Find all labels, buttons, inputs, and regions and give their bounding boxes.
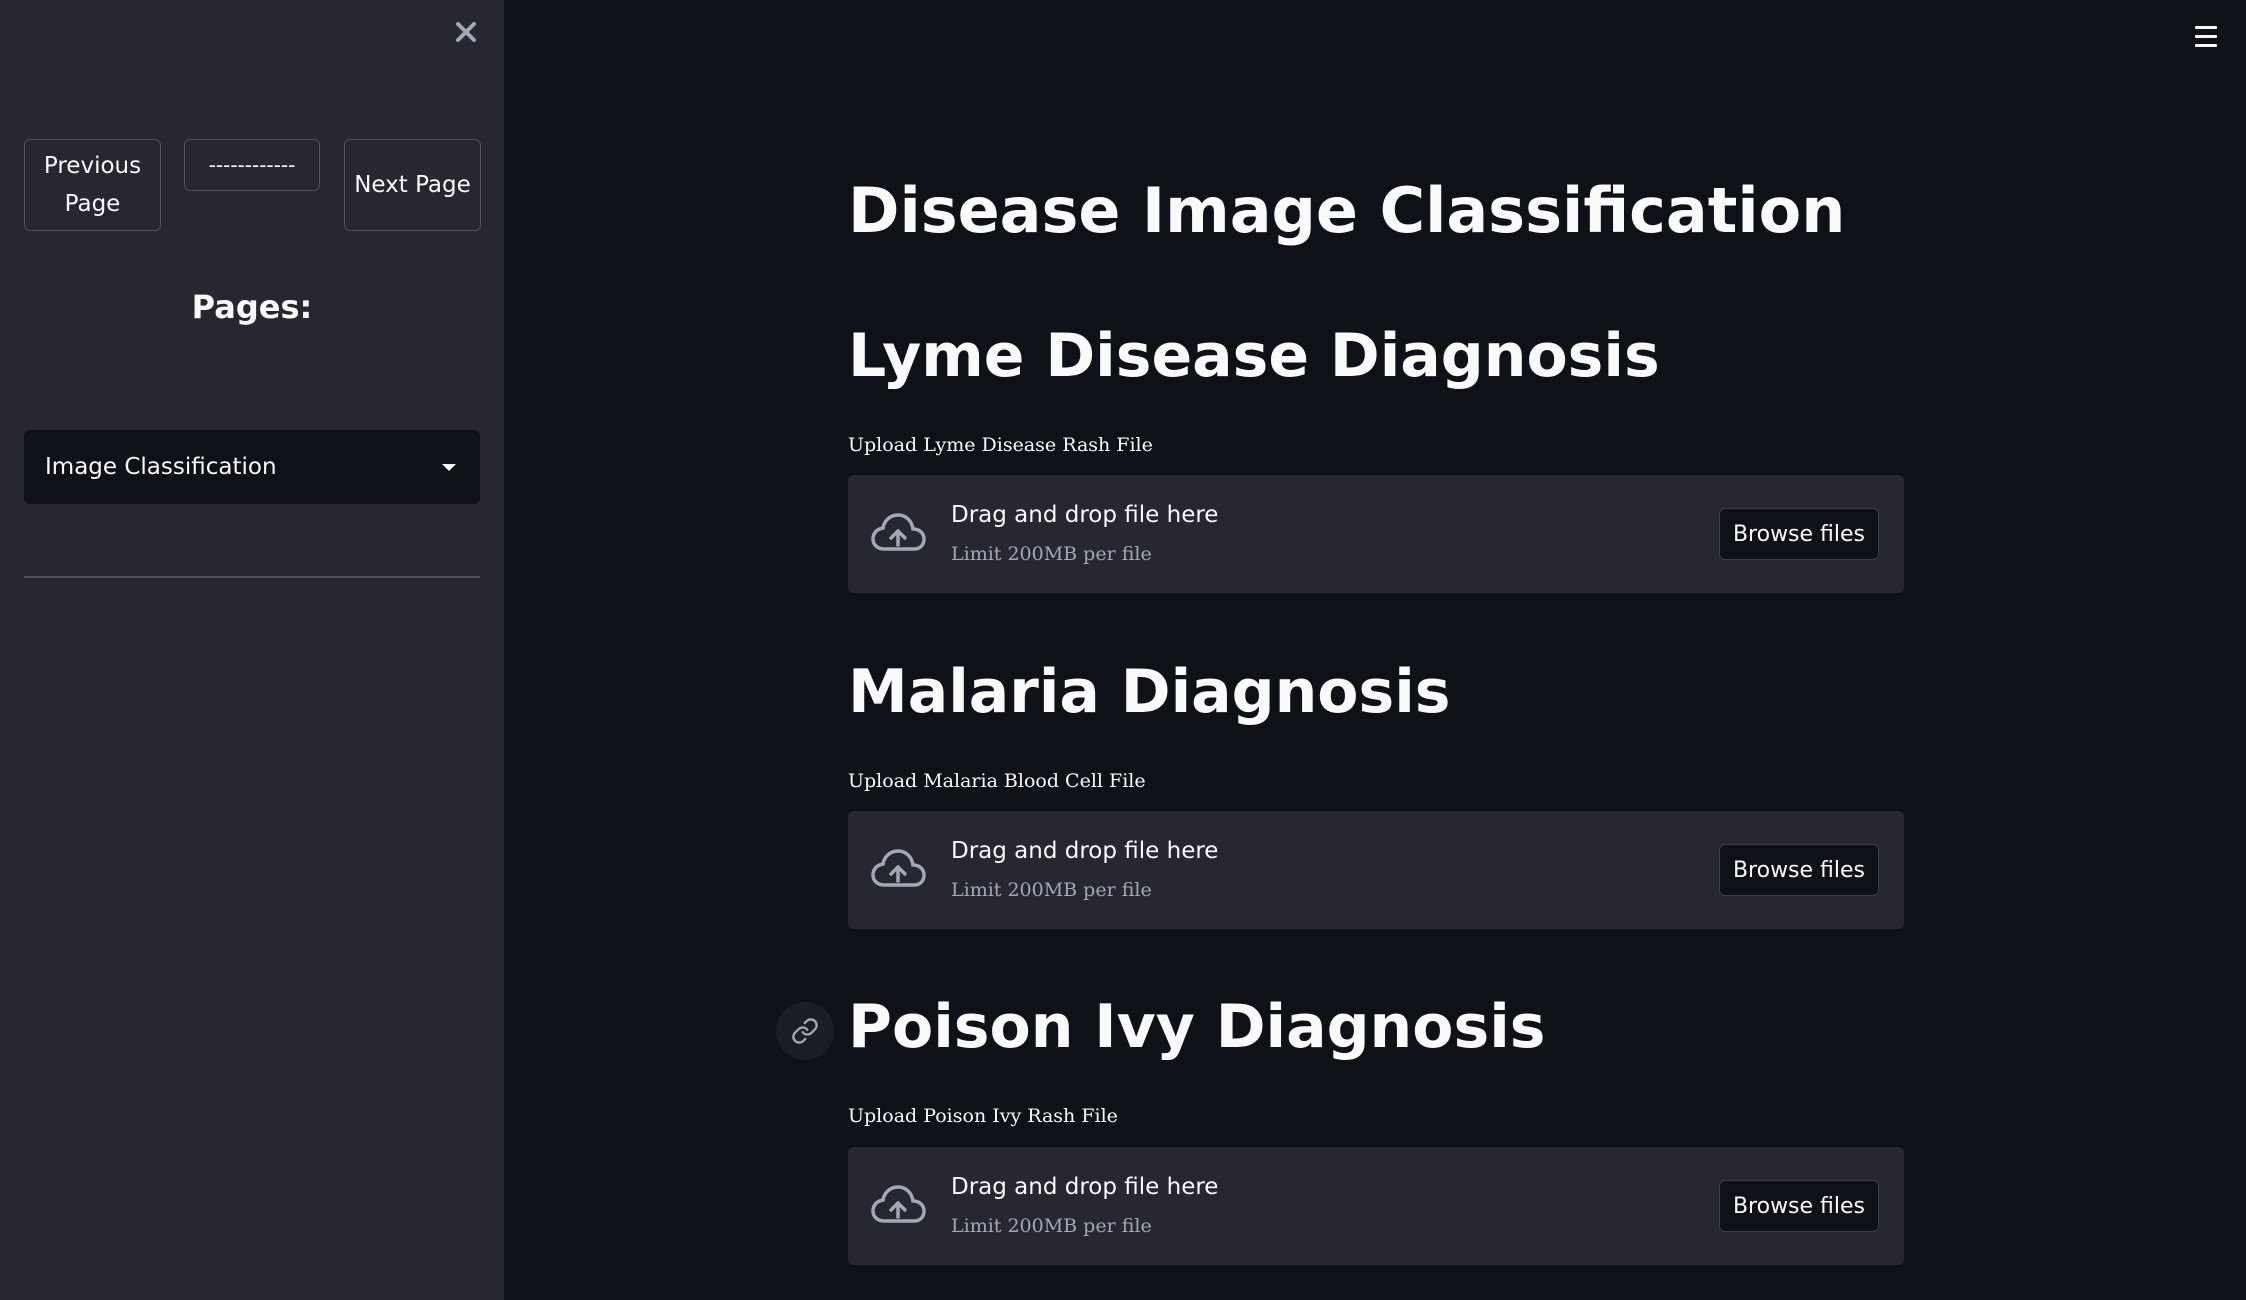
poison-ivy-file-uploader[interactable]: Drag and drop file here Limit 200MB per … bbox=[848, 1147, 1904, 1265]
link-icon bbox=[792, 1018, 818, 1044]
heading-link-button[interactable] bbox=[776, 1002, 834, 1060]
lyme-file-uploader[interactable]: Drag and drop file here Limit 200MB per … bbox=[848, 475, 1904, 593]
main-menu-button[interactable] bbox=[2190, 20, 2222, 52]
sidebar: Previous Page ------------ Next Page Pag… bbox=[0, 0, 504, 1300]
poison-ivy-browse-button[interactable]: Browse files bbox=[1719, 1180, 1879, 1232]
page-select[interactable]: Image Classification bbox=[24, 430, 480, 504]
pages-title: Pages: bbox=[191, 288, 313, 326]
malaria-file-uploader[interactable]: Drag and drop file here Limit 200MB per … bbox=[848, 811, 1904, 929]
poison-ivy-drag-text: Drag and drop file here bbox=[951, 1174, 1219, 1200]
cloud-upload-icon bbox=[871, 513, 926, 551]
poison-ivy-heading: Poison Ivy Diagnosis bbox=[848, 992, 1546, 1062]
app-root: Previous Page ------------ Next Page Pag… bbox=[0, 0, 2246, 1300]
page-title: Disease Image Classification bbox=[848, 174, 1846, 247]
close-icon bbox=[456, 22, 476, 42]
malaria-heading: Malaria Diagnosis bbox=[848, 657, 1451, 727]
sidebar-divider bbox=[24, 576, 480, 578]
malaria-upload-label: Upload Malaria Blood Cell File bbox=[848, 770, 1146, 792]
page-select-value: Image Classification bbox=[45, 454, 277, 480]
hamburger-icon-bar bbox=[2195, 34, 2217, 38]
cloud-upload-icon bbox=[871, 1185, 926, 1223]
close-sidebar-button[interactable] bbox=[448, 14, 484, 50]
malaria-drag-text: Drag and drop file here bbox=[951, 838, 1219, 864]
poison-ivy-limit-text: Limit 200MB per file bbox=[951, 1215, 1152, 1237]
hamburger-icon-bar bbox=[2195, 43, 2217, 47]
lyme-drag-text: Drag and drop file here bbox=[951, 502, 1219, 528]
previous-page-button[interactable]: Previous Page bbox=[24, 139, 161, 231]
malaria-limit-text: Limit 200MB per file bbox=[951, 879, 1152, 901]
cloud-upload-icon bbox=[871, 849, 926, 887]
lyme-browse-button[interactable]: Browse files bbox=[1719, 508, 1879, 560]
hamburger-icon-bar bbox=[2195, 25, 2217, 29]
next-page-button[interactable]: Next Page bbox=[344, 139, 481, 231]
caret-down-icon bbox=[442, 463, 456, 471]
lyme-heading: Lyme Disease Diagnosis bbox=[848, 321, 1660, 391]
lyme-limit-text: Limit 200MB per file bbox=[951, 543, 1152, 565]
poison-ivy-upload-label: Upload Poison Ivy Rash File bbox=[848, 1105, 1118, 1127]
malaria-browse-button[interactable]: Browse files bbox=[1719, 844, 1879, 896]
page-separator-button[interactable]: ------------ bbox=[184, 139, 320, 191]
scrollbar-track[interactable] bbox=[2238, 0, 2246, 1300]
lyme-upload-label: Upload Lyme Disease Rash File bbox=[848, 434, 1153, 456]
